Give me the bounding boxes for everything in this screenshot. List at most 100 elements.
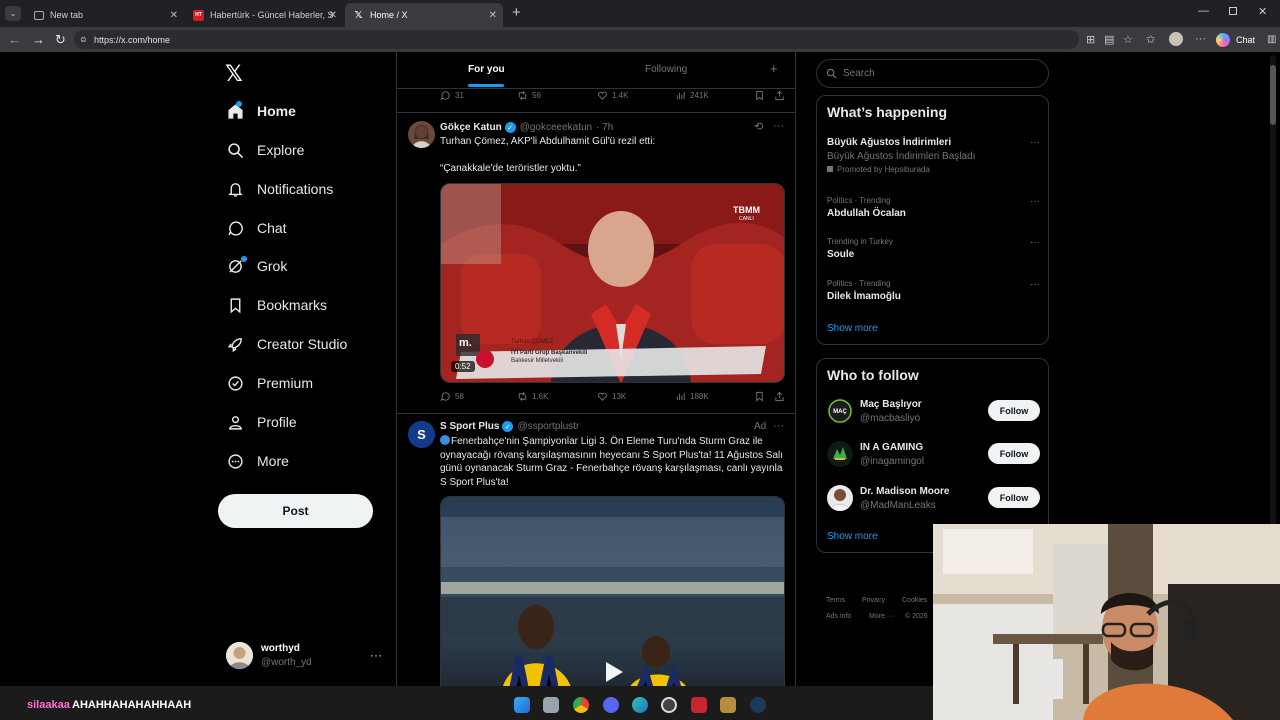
repost-button[interactable]: 1.6K — [517, 391, 548, 402]
views-button[interactable]: 188K — [675, 391, 709, 402]
windows-start-icon[interactable] — [514, 697, 530, 713]
trend-item[interactable]: Trending in Turkey Soule ··· — [827, 237, 1040, 260]
footer-ads-link[interactable]: Ads info — [826, 613, 851, 620]
tweet-video[interactable]: TBMM CANLI m. Turhan ÇÖMEZ İYİ Parti Gru… — [440, 183, 785, 383]
chat-icon — [226, 219, 244, 237]
share-button[interactable] — [774, 90, 789, 101]
repost-button[interactable]: 56 — [517, 90, 541, 101]
bookmark-button[interactable] — [754, 90, 769, 101]
tab-home-x[interactable]: 𝕏 Home / X ✕ — [345, 3, 503, 27]
discord-icon[interactable] — [603, 697, 619, 713]
nav-profile[interactable]: Profile — [226, 409, 297, 435]
nav-notifications[interactable]: Notifications — [226, 176, 333, 202]
nav-chat[interactable]: Chat — [226, 215, 287, 241]
grok-explain-icon[interactable]: ⟲ — [754, 120, 763, 133]
nav-grok[interactable]: Grok — [226, 253, 287, 279]
author-handle[interactable]: @ssportplustr — [517, 421, 579, 432]
tab-for-you[interactable]: For you — [468, 64, 505, 75]
add-feed-icon[interactable]: + — [770, 61, 778, 76]
author-handle[interactable]: @gokceeekatun — [520, 122, 592, 133]
url-field[interactable]: ⊜ https://x.com/home — [74, 30, 1079, 49]
footer-privacy-link[interactable]: Privacy — [862, 597, 885, 604]
follow-button[interactable]: Follow — [988, 400, 1040, 421]
follow-button[interactable]: Follow — [988, 487, 1040, 508]
nav-explore[interactable]: Explore — [226, 137, 304, 163]
trend-more-icon[interactable]: ··· — [1030, 279, 1040, 290]
favorite-star-icon[interactable]: ☆ — [1123, 33, 1133, 46]
nav-more[interactable]: More — [226, 448, 289, 474]
task-view-icon[interactable] — [543, 697, 559, 713]
browser-tab-icon — [34, 10, 44, 20]
show-more-link[interactable]: Show more — [827, 531, 878, 542]
reader-icon[interactable]: ▤ — [1104, 33, 1114, 46]
tab-new-tab[interactable]: New tab ✕ — [26, 3, 184, 27]
back-icon[interactable]: ← — [8, 33, 21, 46]
trend-item-promoted[interactable]: Büyük Ağustos İndirimleri Büyük Ağustos … — [827, 137, 1040, 174]
account-more-icon[interactable]: ··· — [370, 648, 382, 662]
search-input[interactable]: Search — [816, 59, 1049, 88]
nav-bookmarks[interactable]: Bookmarks — [226, 292, 327, 318]
trend-more-icon[interactable]: ··· — [1030, 196, 1040, 207]
follow-button[interactable]: Follow — [988, 443, 1040, 464]
post-button[interactable]: Post — [218, 494, 373, 528]
scrollbar-thumb[interactable] — [1270, 65, 1276, 125]
avatar[interactable]: S — [408, 421, 435, 448]
trend-item[interactable]: Politics · Trending Dilek İmamoğlu ··· — [827, 279, 1040, 302]
heart-icon — [598, 91, 607, 100]
reply-button[interactable]: 31 — [440, 90, 464, 101]
trend-item[interactable]: Politics · Trending Abdullah Öcalan ··· — [827, 196, 1040, 219]
edge-icon[interactable] — [632, 697, 648, 713]
views-button[interactable]: 241K — [675, 90, 709, 101]
red-app-icon[interactable] — [691, 697, 707, 713]
obs-icon[interactable] — [661, 697, 677, 713]
show-more-link[interactable]: Show more — [827, 323, 878, 334]
league-client-icon[interactable] — [720, 697, 736, 713]
apps-icon[interactable]: ⊞ — [1086, 33, 1095, 46]
tweet-video[interactable] — [440, 496, 785, 686]
follow-suggestion[interactable]: IN A GAMING @inagamingol Follow — [827, 439, 1040, 469]
reload-icon[interactable]: ↻ — [55, 33, 66, 46]
x-logo-icon[interactable]: 𝕏 — [225, 61, 243, 87]
browser-menu-icon[interactable]: ··· — [1195, 33, 1206, 45]
author-name[interactable]: S Sport Plus — [440, 421, 499, 432]
new-tab-button[interactable]: + — [512, 4, 521, 21]
chrome-icon[interactable] — [573, 697, 589, 713]
reply-button[interactable]: 58 — [440, 391, 464, 402]
copilot-chat-button[interactable]: Chat — [1216, 32, 1255, 48]
bookmark-button[interactable] — [754, 391, 769, 402]
footer-cookies-link[interactable]: Cookies — [902, 597, 927, 604]
trend-more-icon[interactable]: ··· — [1030, 137, 1040, 148]
author-name[interactable]: Gökçe Katun — [440, 122, 502, 133]
nav-premium[interactable]: Premium — [226, 370, 313, 396]
x-logo-icon: 𝕏 — [354, 9, 363, 21]
tweet-more-icon[interactable]: ··· — [773, 120, 784, 132]
tab-haberturk[interactable]: HT Habertürk - Güncel Haberler, Son ✕ — [185, 3, 343, 27]
tab-list-dropdown[interactable]: ⌄ — [5, 6, 21, 21]
tweet-more-icon[interactable]: ··· — [773, 420, 784, 432]
follow-suggestion[interactable]: MAÇ Maç Başlıyor @macbasliyo Follow — [827, 396, 1040, 426]
follow-suggestion[interactable]: Dr. Madison Moore @MadManLeaks Follow — [827, 483, 1040, 513]
nav-creator-studio[interactable]: Creator Studio — [226, 331, 347, 357]
like-button[interactable]: 13K — [597, 391, 626, 402]
minimize-window-icon[interactable]: — — [1198, 5, 1209, 17]
restore-window-icon[interactable] — [1229, 7, 1237, 15]
avatar[interactable] — [408, 121, 435, 148]
tweet-time[interactable]: · 7h — [596, 122, 613, 133]
footer-more-link[interactable]: More ··· — [869, 613, 894, 620]
share-button[interactable] — [774, 391, 789, 402]
close-window-icon[interactable]: ✕ — [1258, 5, 1267, 18]
close-tab-icon[interactable]: ✕ — [170, 10, 178, 21]
site-info-icon[interactable]: ⊜ — [80, 35, 87, 44]
close-tab-icon[interactable]: ✕ — [329, 10, 337, 21]
profile-avatar-icon[interactable] — [1169, 32, 1183, 46]
close-tab-icon[interactable]: ✕ — [489, 10, 497, 21]
trend-more-icon[interactable]: ··· — [1030, 237, 1040, 248]
footer-terms-link[interactable]: Terms — [826, 597, 845, 604]
account-switcher[interactable]: worthyd @worth_yd ··· — [226, 640, 386, 672]
sidebar-toggle-icon[interactable]: ▥ — [1267, 34, 1276, 45]
forward-icon[interactable]: → — [32, 33, 45, 46]
favorites-icon[interactable]: ✩ — [1146, 33, 1155, 46]
like-button[interactable]: 1.4K — [597, 90, 628, 101]
tab-following[interactable]: Following — [645, 64, 687, 75]
steam-icon[interactable] — [750, 697, 766, 713]
